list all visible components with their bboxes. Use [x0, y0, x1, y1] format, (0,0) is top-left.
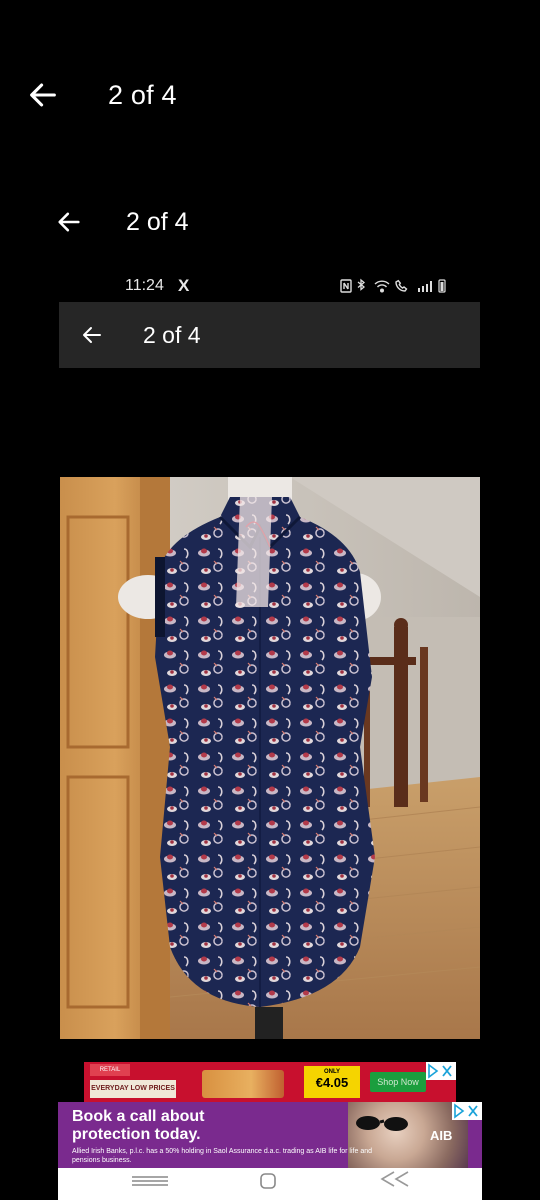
bluetooth-icon — [357, 278, 366, 291]
home-icon — [260, 1173, 276, 1189]
inner-back-arrow-icon — [83, 327, 101, 343]
page-counter-title: 2 of 4 — [108, 80, 177, 110]
ad-fine-print: Allied Irish Banks, p.l.c. has a 50% hol… — [72, 1148, 373, 1164]
nested-page-counter-title: 2 of 4 — [126, 208, 189, 236]
recent-apps-icon — [132, 1176, 168, 1186]
signal-icon — [418, 281, 432, 292]
ad-brand-label: RETAIL — [90, 1064, 130, 1076]
ad-banner-retail[interactable]: RETAIL EVERYDAY LOW PRICES ONLY €4.05 Sh… — [84, 1062, 456, 1102]
nfc-icon — [340, 279, 352, 293]
adchoices-close-icon[interactable] — [452, 1102, 482, 1120]
back-nav-icon — [380, 1171, 409, 1187]
battery-icon — [438, 279, 446, 293]
aib-logo: AIB — [430, 1128, 453, 1143]
wifi-calling-icon — [395, 279, 408, 292]
ad-banner-aib[interactable]: Book a call about protection today. Alli… — [58, 1102, 482, 1168]
ad-price-box: ONLY €4.05 — [304, 1066, 360, 1098]
product-photo — [60, 477, 480, 1039]
status-time: 11:24 — [125, 277, 164, 294]
status-icons-group — [340, 278, 446, 293]
ad-tagline: EVERYDAY LOW PRICES — [90, 1080, 176, 1098]
ad-food-image — [202, 1070, 284, 1098]
nested-back-arrow-icon — [58, 212, 80, 232]
inner-page-counter-title: 2 of 4 — [143, 322, 201, 348]
status-x-icon: X — [178, 276, 190, 295]
wifi-icon — [374, 280, 390, 293]
inner-header-bar — [59, 302, 480, 368]
back-arrow-icon[interactable] — [26, 78, 60, 112]
sunglasses-image — [356, 1116, 408, 1131]
adchoices-close-icon[interactable] — [426, 1062, 456, 1080]
ad-shop-now-button[interactable]: Shop Now — [370, 1072, 426, 1092]
ad-headline: Book a call about protection today. — [72, 1108, 205, 1143]
ad-price: €4.05 — [315, 1075, 349, 1090]
